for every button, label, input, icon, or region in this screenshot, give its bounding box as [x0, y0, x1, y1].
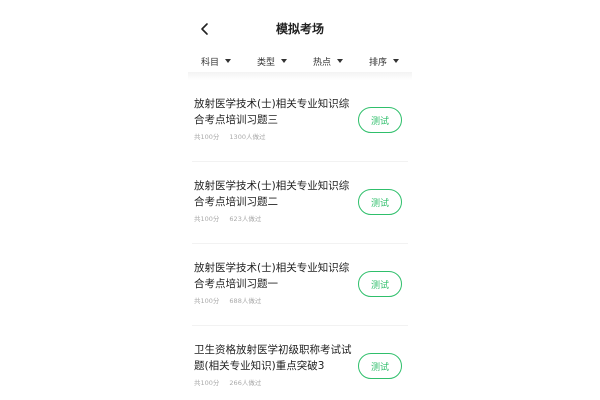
exam-count: 1300人做过 — [229, 133, 266, 141]
exam-score: 共100分 — [194, 297, 220, 305]
exam-meta: 共100分 688人做过 — [194, 295, 261, 305]
exam-list: 放射医学技术(士)相关专业知识综合考点培训习题三 共100分 1300人做过 测… — [188, 80, 412, 400]
exam-meta: 共100分 623人做过 — [194, 213, 261, 223]
exam-meta: 共100分 266人做过 — [194, 377, 261, 387]
list-item[interactable]: 卫生资格放射医学初级职称考试试题(相关专业知识)重点突破3 共100分 266人… — [192, 326, 408, 400]
filter-label: 热点 — [312, 57, 331, 68]
list-item[interactable]: 放射医学技术(士)相关专业知识综合考点培训习题一 共100分 688人做过 测试 — [192, 244, 408, 326]
page-title: 模拟考场 — [275, 22, 324, 36]
exam-title: 放射医学技术(士)相关专业知识综合考点培训习题一 — [194, 262, 350, 290]
caret-down-icon — [225, 59, 231, 63]
filter-label: 科目 — [200, 57, 219, 68]
filter-subject[interactable]: 科目 — [201, 55, 231, 68]
exam-score: 共100分 — [194, 133, 220, 141]
divider — [188, 72, 412, 80]
list-item[interactable]: 放射医学技术(士)相关专业知识综合考点培训习题三 共100分 1300人做过 测… — [192, 80, 408, 162]
test-button[interactable]: 测试 — [358, 353, 402, 379]
test-button[interactable]: 测试 — [358, 271, 402, 297]
exam-meta: 共100分 1300人做过 — [194, 131, 265, 141]
filter-sort[interactable]: 排序 — [369, 55, 399, 68]
exam-count: 266人做过 — [229, 379, 262, 387]
filter-bar: 科目 类型 热点 排序 — [188, 50, 412, 72]
exam-score: 共100分 — [194, 379, 220, 387]
app-screen: 模拟考场 科目 类型 热点 排序 放射医学技术(士)相关专业知识综合考点培训习题… — [188, 0, 412, 400]
test-button[interactable]: 测试 — [358, 107, 402, 133]
header: 模拟考场 — [188, 14, 412, 44]
exam-title: 放射医学技术(士)相关专业知识综合考点培训习题二 — [194, 180, 350, 208]
list-item[interactable]: 放射医学技术(士)相关专业知识综合考点培训习题二 共100分 623人做过 测试 — [192, 162, 408, 244]
filter-label: 排序 — [368, 57, 387, 68]
caret-down-icon — [337, 59, 343, 63]
test-button[interactable]: 测试 — [358, 189, 402, 215]
exam-title: 卫生资格放射医学初级职称考试试题(相关专业知识)重点突破3 — [194, 344, 352, 372]
filter-hot[interactable]: 热点 — [313, 55, 343, 68]
caret-down-icon — [393, 59, 399, 63]
filter-label: 类型 — [256, 57, 275, 68]
exam-count: 623人做过 — [229, 215, 262, 223]
exam-score: 共100分 — [194, 215, 220, 223]
filter-type[interactable]: 类型 — [257, 55, 287, 68]
exam-count: 688人做过 — [229, 297, 262, 305]
exam-title: 放射医学技术(士)相关专业知识综合考点培训习题三 — [194, 98, 350, 126]
caret-down-icon — [281, 59, 287, 63]
